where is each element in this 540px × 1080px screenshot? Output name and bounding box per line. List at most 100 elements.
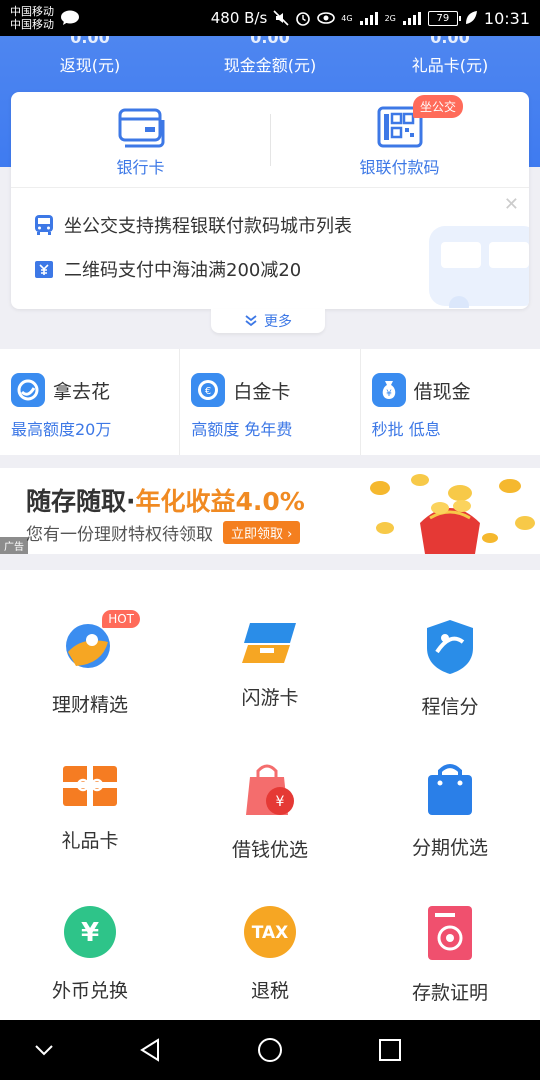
carrier-label-1: 中国移动 — [10, 5, 54, 18]
bus-icon — [35, 215, 53, 235]
banner-title-main: 随存随取· — [26, 487, 136, 516]
mute-icon — [273, 10, 289, 26]
product-nqh[interactable]: 拿去花 最高额度20万 — [0, 349, 181, 455]
more-label: 更多 — [264, 314, 292, 330]
banner-title: 随存随取·年化收益4.0% — [26, 482, 305, 518]
bank-card-icon — [118, 108, 164, 148]
deposit-certificate-icon — [418, 904, 482, 962]
product-row: 拿去花 最高额度20万 € 白金卡 高额度 免年费 ¥ 借现金 秒批 低息 — [0, 349, 540, 455]
nav-back-button[interactable] — [136, 1036, 164, 1064]
banner-title-highlight: 年化收益4.0% — [135, 487, 305, 516]
service-wealth[interactable]: HOT 理财精选 — [0, 570, 180, 716]
status-bar: 中国移动 中国移动 480 B/s 4G 2G 79 10:31 — [0, 0, 540, 36]
unionpay-code-button[interactable]: 银联付款码 坐公交 — [270, 92, 529, 187]
coupon-icon — [35, 261, 53, 278]
service-label: 闪游卡 — [241, 687, 299, 709]
battery-icon: 79 — [427, 10, 461, 26]
notice-text: 坐公交支持携程银联付款码城市列表 — [64, 216, 352, 237]
product-name: 拿去花 — [53, 380, 111, 403]
hot-badge: HOT — [102, 610, 140, 628]
tax-refund-icon: TAX — [238, 904, 302, 960]
network-type-1: 4G — [341, 13, 353, 23]
installment-bag-icon — [418, 761, 482, 817]
system-nav-bar — [0, 1020, 540, 1080]
account-stats: 0.00 返现(元) 0.00 现金金额(元) 0.00 礼品卡(元) — [0, 36, 540, 76]
eye-icon — [317, 12, 336, 24]
network-speed: 480 B/s — [210, 9, 268, 27]
gift-card-icon — [58, 761, 122, 810]
stat-label: 现金金额(元) — [223, 56, 317, 75]
nav-hide-button[interactable] — [30, 1036, 58, 1064]
wealth-icon: HOT — [58, 610, 140, 674]
svg-text:¥: ¥ — [276, 794, 285, 810]
notice-item-coupon[interactable]: 二维码支付中海油满200减20 — [11, 247, 529, 291]
stat-value: 0.00 — [70, 36, 110, 46]
banner-subtitle-row: 您有一份理财特权待领取 立即领取 › — [26, 520, 301, 545]
battery-level: 79 — [436, 12, 450, 24]
more-button[interactable]: 更多 — [211, 309, 325, 333]
service-gift-card[interactable]: 礼品卡 — [0, 713, 180, 853]
carrier-info: 中国移动 中国移动 — [10, 5, 54, 31]
currency-exchange-icon: ¥ — [58, 904, 122, 960]
product-name: 白金卡 — [233, 380, 291, 403]
stat-gift-card[interactable]: 0.00 礼品卡(元) — [360, 36, 540, 76]
service-loan[interactable]: ¥ 借钱优选 — [180, 713, 360, 861]
services-grid: HOT 理财精选 闪游卡 程信分 礼品卡 ¥ 借钱优选 分期优选 ¥ 外币兑换 … — [0, 570, 540, 1020]
svg-text:¥: ¥ — [81, 918, 99, 948]
unionpay-code-label: 银联付款码 — [359, 158, 440, 177]
home-circle-icon — [258, 1038, 282, 1062]
clock: 10:31 — [483, 8, 530, 28]
back-triangle-icon — [140, 1038, 159, 1062]
product-subtitle: 最高额度20万 — [11, 420, 112, 439]
carrier-label-2: 中国移动 — [10, 18, 54, 31]
signal-icon-2 — [402, 12, 421, 25]
promo-banner[interactable]: 随存随取·年化收益4.0% 您有一份理财特权待领取 立即领取 › 广告 — [0, 468, 540, 554]
loan-bag-icon: ¥ — [238, 761, 302, 819]
stat-label: 返现(元) — [59, 56, 121, 75]
notice-item-bus[interactable]: 坐公交支持携程银联付款码城市列表 — [11, 203, 529, 247]
svg-text:€: € — [205, 386, 211, 397]
double-chevron-down-icon — [245, 315, 257, 327]
stat-cashback[interactable]: 0.00 返现(元) — [0, 36, 180, 76]
flash-card-icon — [238, 618, 302, 667]
product-cash-loan[interactable]: ¥ 借现金 秒批 低息 — [361, 349, 540, 455]
svg-text:¥: ¥ — [386, 389, 392, 399]
ad-tag: 广告 — [0, 537, 28, 554]
bus-badge: 坐公交 — [413, 95, 464, 118]
service-deposit-certificate[interactable]: 存款证明 — [360, 856, 540, 1004]
nav-recents-button[interactable] — [376, 1036, 404, 1064]
cash-loan-icon: ¥ — [371, 373, 406, 407]
signal-icon-1 — [359, 12, 378, 25]
alarm-icon — [296, 12, 311, 26]
service-credit-score[interactable]: 程信分 — [360, 570, 540, 718]
stat-cash[interactable]: 0.00 现金金额(元) — [180, 36, 360, 76]
product-name: 借现金 — [413, 380, 471, 403]
payment-card: 银行卡 银联付款码 坐公交 ✕ 坐公交支持携程银联付款码城市列表 二维码支付中海… — [11, 92, 529, 309]
product-subtitle: 秒批 低息 — [371, 420, 441, 439]
stat-value: 0.00 — [430, 36, 470, 46]
service-label: 存款证明 — [411, 982, 488, 1004]
bank-card-label: 银行卡 — [116, 158, 165, 177]
product-subtitle: 高额度 免年费 — [191, 420, 293, 439]
bank-card-button[interactable]: 银行卡 — [11, 92, 270, 187]
network-type-2: 2G — [384, 13, 396, 23]
red-envelope-coins-icon — [370, 474, 535, 554]
stat-value: 0.00 — [250, 36, 290, 46]
service-flash-card[interactable]: 闪游卡 — [180, 570, 360, 710]
service-tax-refund[interactable]: TAX 退税 — [180, 856, 360, 1002]
stat-label: 礼品卡(元) — [411, 56, 489, 75]
service-label: 礼品卡 — [61, 830, 119, 852]
service-currency-exchange[interactable]: ¥ 外币兑换 — [0, 856, 180, 1002]
nqh-icon — [11, 373, 45, 407]
service-installment[interactable]: 分期优选 — [360, 713, 540, 859]
platinum-icon: € — [191, 373, 226, 407]
service-label: 退税 — [250, 980, 289, 1002]
banner-cta-button[interactable]: 立即领取 › — [223, 521, 301, 544]
product-platinum[interactable]: € 白金卡 高额度 免年费 — [180, 349, 361, 455]
banner-subtitle: 您有一份理财特权待领取 — [26, 525, 213, 545]
credit-score-icon — [418, 618, 482, 676]
nav-home-button[interactable] — [256, 1036, 284, 1064]
leaf-icon — [465, 11, 477, 24]
service-label: 外币兑换 — [51, 980, 128, 1002]
close-icon[interactable]: ✕ — [504, 194, 519, 215]
